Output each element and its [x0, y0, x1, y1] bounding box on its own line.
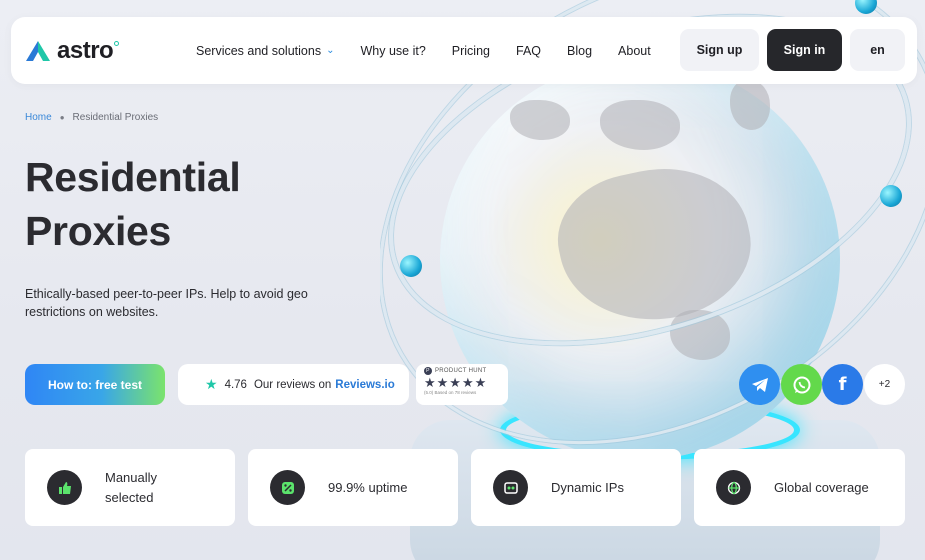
- feature-label: Global coverage: [774, 479, 869, 495]
- feature-card: Dynamic IPs: [471, 449, 681, 526]
- nav-about[interactable]: About: [618, 44, 651, 58]
- nav-blog[interactable]: Blog: [567, 44, 592, 58]
- whatsapp-icon: [793, 376, 810, 393]
- facebook-button[interactable]: f: [822, 364, 863, 405]
- percent-icon: [270, 470, 305, 505]
- reviews-io-link[interactable]: Reviews.io: [335, 379, 394, 391]
- feature-card: Manually selected: [25, 449, 235, 526]
- main-nav: Services and solutions ⌄ Why use it? Pri…: [196, 44, 677, 58]
- nav-services[interactable]: Services and solutions ⌄: [196, 44, 334, 58]
- breadcrumb-current: Residential Proxies: [72, 112, 159, 123]
- producthunt-label: PRODUCT HUNT: [435, 368, 487, 374]
- orbit-dot: [400, 255, 422, 277]
- globe-icon: [716, 470, 751, 505]
- site-header: astro Services and solutions ⌄ Why use i…: [11, 17, 917, 84]
- breadcrumb: Home ● Residential Proxies: [25, 112, 158, 123]
- producthunt-logo-icon: P: [424, 367, 432, 375]
- breadcrumb-separator-icon: ●: [59, 113, 65, 122]
- whatsapp-button[interactable]: [781, 364, 822, 405]
- producthunt-subtext: (5.0) Based on 78 reviews: [424, 390, 477, 395]
- reviews-text: Our reviews on: [253, 378, 332, 391]
- review-score: 4.76: [224, 378, 247, 391]
- chevron-down-icon: ⌄: [326, 45, 335, 56]
- producthunt-header: P PRODUCT HUNT: [424, 367, 487, 375]
- free-test-button[interactable]: How to: free test: [25, 364, 165, 405]
- hero-subtitle: Ethically-based peer-to-peer IPs. Help t…: [25, 287, 308, 319]
- feature-card: Global coverage: [694, 449, 905, 526]
- nav-pricing[interactable]: Pricing: [452, 44, 490, 58]
- sign-up-button[interactable]: Sign up: [680, 29, 759, 71]
- language-selector[interactable]: en: [850, 29, 905, 71]
- logo-dot-icon: [114, 41, 120, 46]
- nav-faq[interactable]: FAQ: [516, 44, 541, 58]
- network-icon: [493, 470, 528, 505]
- telegram-button[interactable]: [739, 364, 780, 405]
- title-line-1: Residential: [25, 154, 241, 200]
- feature-label: Dynamic IPs: [551, 479, 624, 495]
- feature-label: Manually selected: [105, 469, 158, 505]
- telegram-icon: [751, 377, 768, 392]
- reviews-badge[interactable]: ★ 4.76 Our reviews on Reviews.io: [178, 364, 409, 405]
- star-icon: ★: [205, 376, 218, 392]
- orbit-dot: [880, 185, 902, 207]
- producthunt-stars: ★★★★★: [424, 375, 488, 390]
- feature-label: 99.9% uptime: [328, 479, 408, 495]
- thumbs-up-icon: [47, 470, 82, 505]
- page-title: Residential Proxies: [25, 150, 241, 258]
- nav-why-use-it[interactable]: Why use it?: [360, 44, 425, 58]
- nav-services-label: Services and solutions: [196, 43, 322, 58]
- sign-in-button[interactable]: Sign in: [767, 29, 842, 71]
- astro-logo-icon: [25, 40, 51, 62]
- logo-text: astro: [57, 36, 114, 64]
- logo[interactable]: astro: [25, 37, 175, 65]
- facebook-icon: f: [838, 374, 847, 395]
- title-line-2: Proxies: [25, 208, 172, 254]
- producthunt-badge[interactable]: P PRODUCT HUNT ★★★★★ (5.0) Based on 78 r…: [416, 364, 508, 405]
- breadcrumb-home-link[interactable]: Home: [25, 112, 52, 123]
- more-share-button[interactable]: +2: [864, 364, 905, 405]
- feature-card: 99.9% uptime: [248, 449, 458, 526]
